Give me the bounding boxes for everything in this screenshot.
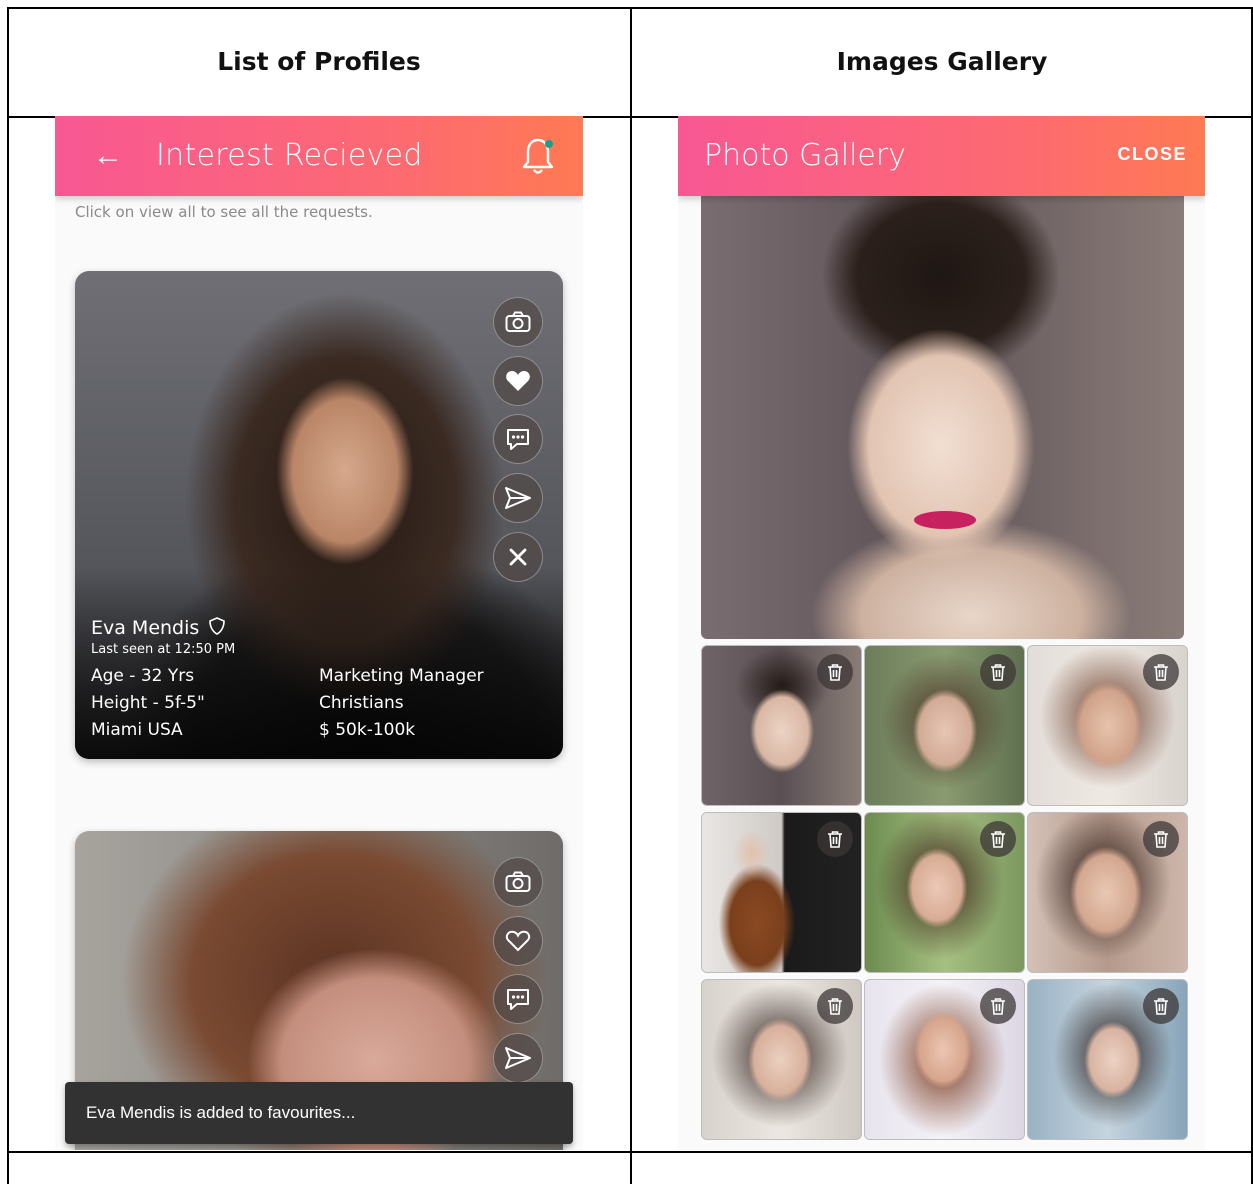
delete-photo-button[interactable]: [1143, 821, 1179, 857]
gallery-thumbnail[interactable]: [1027, 979, 1188, 1140]
trash-icon: [828, 831, 842, 848]
profile-occupation: Marketing Manager: [319, 666, 484, 686]
send-interest-button[interactable]: [493, 1033, 543, 1083]
send-interest-button[interactable]: [493, 473, 543, 523]
profile-income: $ 50k-100k: [319, 720, 416, 740]
delete-photo-button[interactable]: [817, 654, 853, 690]
favourite-button[interactable]: [493, 356, 543, 406]
profile-height: Height - 5f-5": [91, 693, 205, 713]
gallery-thumbnail[interactable]: [701, 979, 862, 1140]
camera-icon: [505, 871, 531, 892]
trash-icon: [828, 664, 842, 681]
last-seen: Last seen at 12:50 PM: [91, 642, 236, 657]
heart-icon: [506, 370, 530, 391]
shield-icon: [209, 617, 226, 635]
snackbar: Eva Mendis is added to favourites...: [65, 1082, 573, 1144]
send-icon: [505, 487, 531, 509]
gallery-thumbnail[interactable]: [701, 645, 862, 806]
trash-icon: [991, 664, 1005, 681]
notification-dot: [545, 140, 553, 148]
trash-icon: [991, 831, 1005, 848]
delete-photo-button[interactable]: [980, 821, 1016, 857]
profile-location: Miami USA: [91, 720, 183, 740]
app-bar: ← Interest Recieved: [55, 116, 583, 196]
notification-bell-icon[interactable]: [521, 136, 555, 176]
chat-button[interactable]: [493, 414, 543, 464]
favourite-button[interactable]: [493, 916, 543, 966]
delete-photo-button[interactable]: [980, 988, 1016, 1024]
decline-button[interactable]: [493, 532, 543, 582]
close-icon: [509, 548, 527, 566]
profile-religion: Christians: [319, 693, 404, 713]
delete-photo-button[interactable]: [817, 821, 853, 857]
trash-icon: [1154, 998, 1168, 1015]
close-button[interactable]: CLOSE: [1117, 144, 1187, 165]
profiles-screen: ← Interest Recieved Click on view all to…: [55, 116, 583, 1150]
chat-icon: [507, 429, 529, 450]
gallery-thumbnail[interactable]: [1027, 812, 1188, 973]
column-heading-profiles: List of Profiles: [217, 47, 421, 76]
profile-name-row: Eva Mendis: [91, 617, 235, 639]
hint-text: Click on view all to see all the request…: [75, 203, 373, 221]
trash-icon: [1154, 831, 1168, 848]
gallery-thumbnail[interactable]: [864, 645, 1025, 806]
app-bar: Photo Gallery CLOSE: [678, 116, 1205, 196]
chat-button[interactable]: [493, 974, 543, 1024]
delete-photo-button[interactable]: [1143, 988, 1179, 1024]
screen-title: Interest Recieved: [156, 138, 423, 173]
camera-button[interactable]: [493, 297, 543, 347]
profile-age: Age - 32 Yrs: [91, 666, 195, 686]
trash-icon: [828, 998, 842, 1015]
delete-photo-button[interactable]: [1143, 654, 1179, 690]
selected-photo: [701, 196, 1184, 639]
gallery-thumbnail[interactable]: [864, 979, 1025, 1140]
camera-icon: [505, 311, 531, 332]
profile-name: Eva Mendis: [91, 617, 200, 639]
column-heading-gallery: Images Gallery: [836, 47, 1048, 76]
screen-title: Photo Gallery: [704, 138, 906, 173]
profile-card[interactable]: Eva Mendis Last seen at 12:50 PM Age - 3…: [75, 271, 563, 759]
column-divider: [630, 7, 632, 1184]
gallery-screen: Photo Gallery CLOSE: [678, 116, 1205, 1150]
gallery-thumbnail[interactable]: [701, 812, 862, 973]
send-icon: [505, 1047, 531, 1069]
gallery-thumbnail[interactable]: [864, 812, 1025, 973]
profile-details-right: Marketing Manager Christians $ 50k-100k: [319, 663, 484, 744]
trash-icon: [991, 998, 1005, 1015]
heart-outline-icon: [505, 930, 531, 952]
profile-info: Eva Mendis Last seen at 12:50 PM: [91, 617, 235, 657]
profile-details-left: Age - 32 Yrs Height - 5f-5" Miami USA: [91, 663, 205, 744]
gallery-thumbnail[interactable]: [1027, 645, 1188, 806]
camera-button[interactable]: [493, 857, 543, 907]
back-arrow-icon[interactable]: ←: [93, 136, 123, 176]
chat-icon: [507, 989, 529, 1010]
delete-photo-button[interactable]: [817, 988, 853, 1024]
trash-icon: [1154, 664, 1168, 681]
row-divider: [7, 1151, 1253, 1153]
photo-detail: [914, 511, 976, 529]
delete-photo-button[interactable]: [980, 654, 1016, 690]
